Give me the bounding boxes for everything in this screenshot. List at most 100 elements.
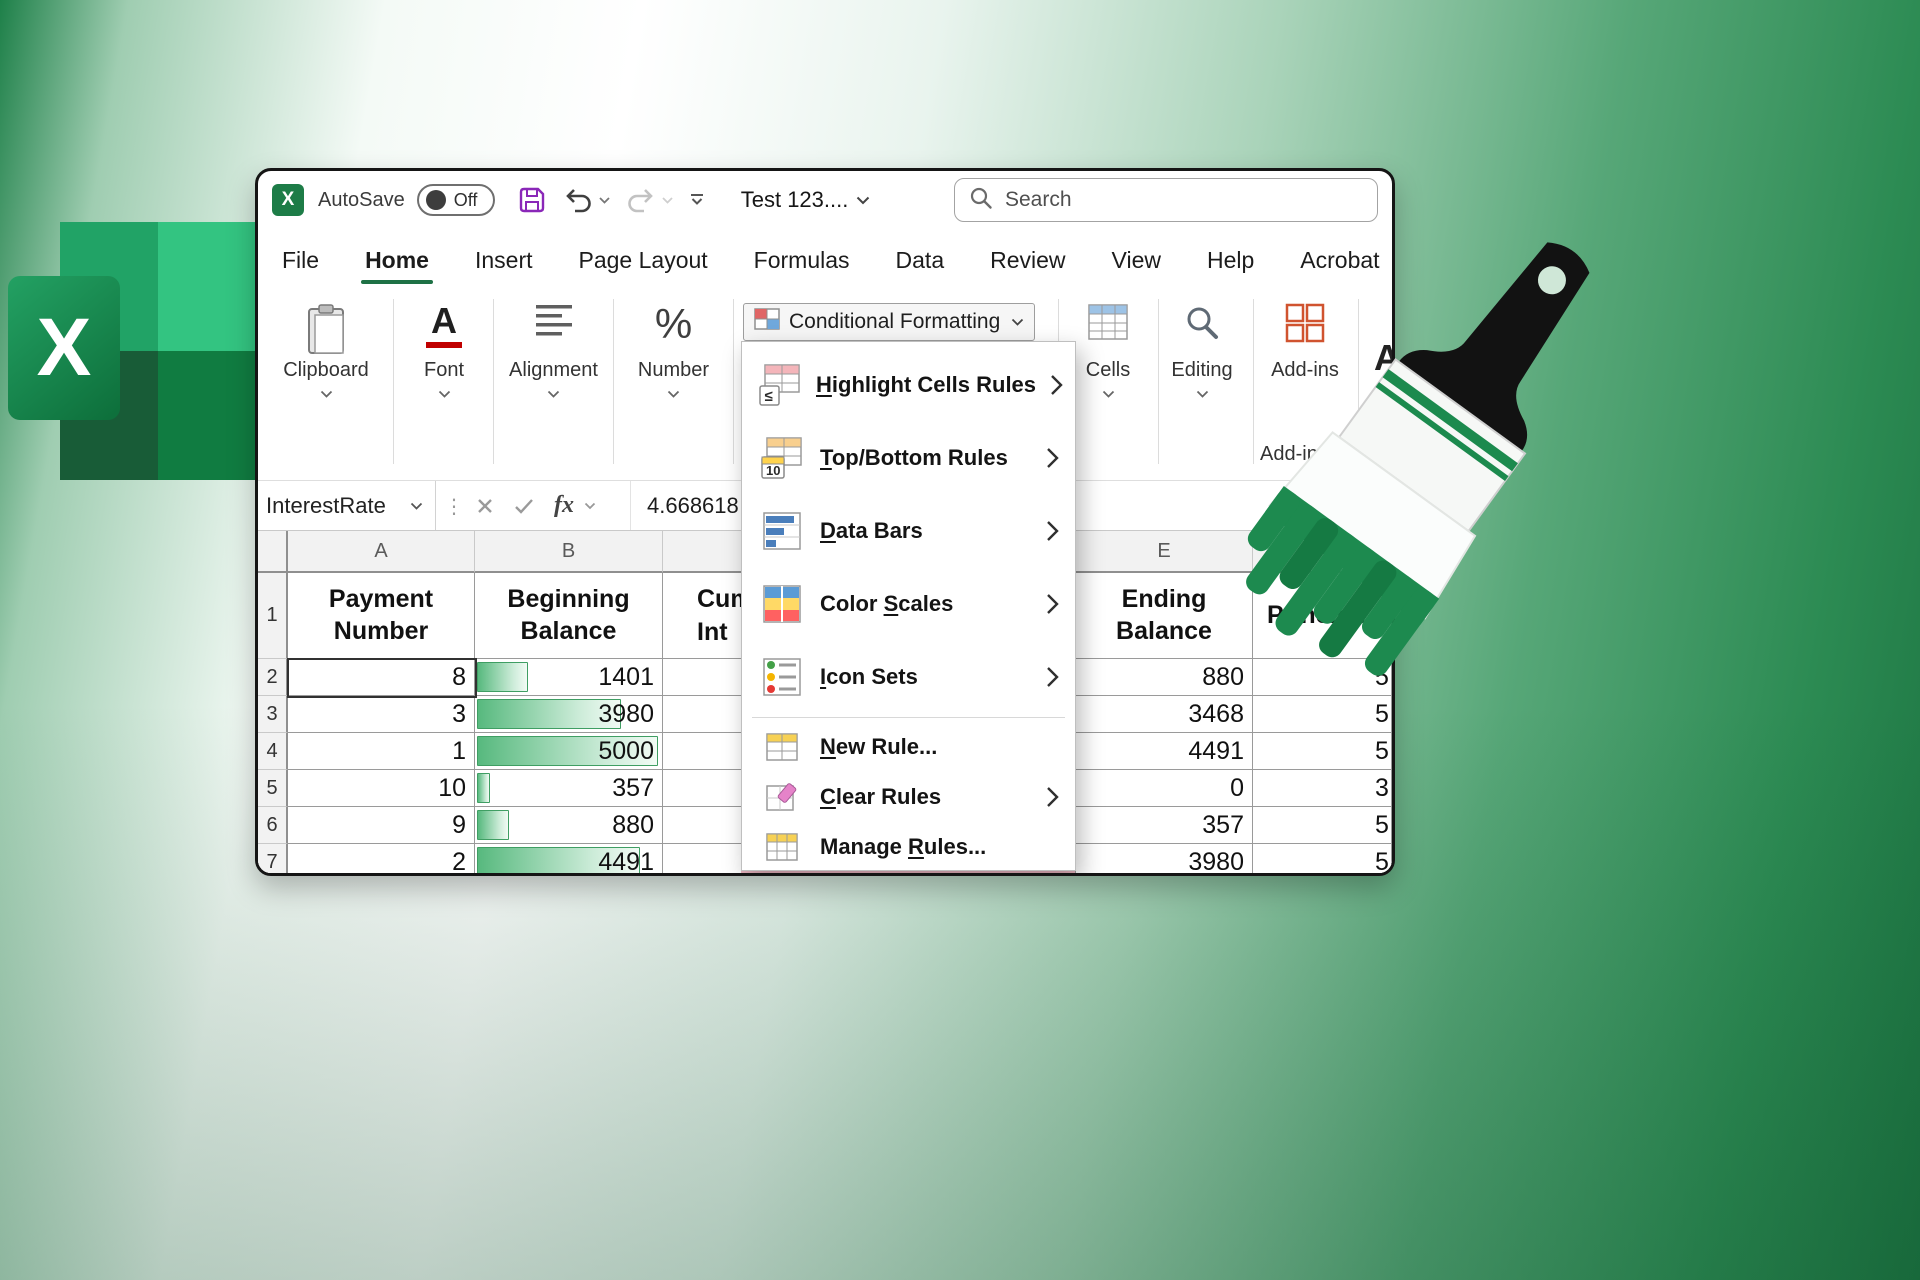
cell-B5[interactable]: 357 bbox=[475, 770, 663, 807]
cell-E5[interactable]: 0 bbox=[1076, 770, 1253, 807]
cell-F4[interactable]: 5 bbox=[1253, 733, 1392, 770]
document-title[interactable]: Test 123.... bbox=[741, 187, 849, 213]
excel-logo-tile: X bbox=[8, 276, 120, 420]
cell-F7[interactable]: 5 bbox=[1253, 844, 1392, 873]
col-header-B[interactable]: B bbox=[475, 531, 663, 573]
menu-item-new-rule[interactable]: New Rule... bbox=[742, 722, 1075, 772]
menu-item-icon-sets[interactable]: Icon Sets bbox=[742, 640, 1075, 713]
row-header-4[interactable]: 4 bbox=[258, 733, 288, 770]
menu-item-label: Top/Bottom Rules bbox=[820, 444, 1008, 470]
row-header-7[interactable]: 7 bbox=[258, 844, 288, 873]
tab-home[interactable]: Home bbox=[361, 233, 433, 288]
chevron-down-icon[interactable] bbox=[501, 390, 606, 398]
autosave-toggle[interactable]: Off bbox=[416, 184, 495, 216]
cell-E2[interactable]: 880 bbox=[1076, 659, 1253, 696]
row-header-2[interactable]: 2 bbox=[258, 659, 288, 696]
autosave-label: AutoSave bbox=[318, 188, 405, 211]
tab-file[interactable]: File bbox=[280, 233, 321, 288]
formula-value[interactable]: 4.668618 bbox=[630, 481, 739, 530]
undo-chevron-icon[interactable] bbox=[599, 196, 610, 204]
cell-A6[interactable]: 9 bbox=[288, 807, 475, 844]
search-box[interactable] bbox=[954, 178, 1378, 222]
chevron-down-icon[interactable] bbox=[266, 390, 386, 398]
enter-check-icon[interactable] bbox=[514, 497, 534, 515]
tab-view[interactable]: View bbox=[1110, 233, 1163, 288]
cell-A3[interactable]: 3 bbox=[288, 696, 475, 733]
menu-separator bbox=[752, 717, 1065, 718]
tab-formulas[interactable]: Formulas bbox=[752, 233, 852, 288]
redo-icon[interactable] bbox=[626, 187, 656, 213]
excel-logo-letter: X bbox=[36, 302, 92, 393]
redo-chevron-icon[interactable] bbox=[662, 196, 673, 204]
search-input[interactable] bbox=[1005, 188, 1363, 212]
cancel-icon[interactable] bbox=[476, 497, 494, 515]
chevron-down-icon bbox=[1011, 318, 1024, 326]
cell-B2[interactable]: 1401 bbox=[475, 659, 663, 696]
group-label-alignment: Alignment bbox=[509, 359, 598, 381]
cell-A2[interactable]: 8 bbox=[288, 659, 475, 696]
chevron-down-icon[interactable] bbox=[401, 390, 487, 398]
svg-text:≤: ≤ bbox=[765, 388, 773, 405]
formula-bar-chevron-icon bbox=[584, 502, 596, 510]
menu-item-top-bottom-rules[interactable]: 10 Top/Bottom Rules bbox=[742, 421, 1075, 494]
row-header-5[interactable]: 5 bbox=[258, 770, 288, 807]
page-background: X X AutoSave Off Test 123.... Search Fil… bbox=[0, 0, 1920, 1280]
menu-item-manage-rules[interactable]: Manage Rules... bbox=[742, 822, 1075, 872]
tab-page-layout[interactable]: Page Layout bbox=[577, 233, 710, 288]
cell-E3[interactable]: 3468 bbox=[1076, 696, 1253, 733]
ribbon-group-font[interactable]: A Font bbox=[401, 291, 487, 398]
chevron-down-icon[interactable] bbox=[1064, 390, 1152, 398]
conditional-formatting-button[interactable]: Conditional Formatting bbox=[743, 303, 1035, 341]
cell-E7[interactable]: 3980 bbox=[1076, 844, 1253, 873]
cell-F6[interactable]: 5 bbox=[1253, 807, 1392, 844]
document-title-chevron-icon[interactable] bbox=[856, 196, 870, 205]
cell-F5[interactable]: 3 bbox=[1253, 770, 1392, 807]
cell-E6[interactable]: 357 bbox=[1076, 807, 1253, 844]
cell-B4[interactable]: 5000 bbox=[475, 733, 663, 770]
cell-value: 3980 bbox=[598, 699, 654, 728]
group-label-font: Font bbox=[423, 359, 465, 381]
excel-app-icon: X bbox=[272, 184, 304, 216]
tab-data[interactable]: Data bbox=[894, 233, 947, 288]
menu-item-label: New Rule... bbox=[820, 734, 938, 759]
cell-value: 880 bbox=[612, 810, 654, 839]
cell-B6[interactable]: 880 bbox=[475, 807, 663, 844]
cell-A7[interactable]: 2 bbox=[288, 844, 475, 873]
tab-help[interactable]: Help bbox=[1205, 233, 1256, 288]
tab-insert[interactable]: Insert bbox=[473, 233, 535, 288]
clipboard-icon bbox=[266, 291, 386, 355]
quick-access-toolbar-icon[interactable] bbox=[689, 193, 705, 207]
row-header-3[interactable]: 3 bbox=[258, 696, 288, 733]
group-divider bbox=[493, 299, 494, 464]
cell-A4[interactable]: 1 bbox=[288, 733, 475, 770]
col-header-A[interactable]: A bbox=[288, 531, 475, 573]
ribbon-group-alignment[interactable]: Alignment bbox=[501, 291, 606, 398]
cell-B3[interactable]: 3980 bbox=[475, 696, 663, 733]
cell-A1[interactable]: Payment Number bbox=[288, 573, 475, 659]
ribbon-group-number[interactable]: % Number bbox=[621, 291, 726, 398]
ribbon-group-cells[interactable]: Cells bbox=[1064, 291, 1152, 398]
menu-item-label: Icon Sets bbox=[820, 663, 918, 689]
search-icon bbox=[969, 186, 993, 215]
insert-function-icon[interactable]: fx bbox=[554, 492, 574, 519]
cell-B7[interactable]: 4491 bbox=[475, 844, 663, 873]
menu-item-color-scales[interactable]: Color Scales bbox=[742, 567, 1075, 640]
tab-review[interactable]: Review bbox=[988, 233, 1067, 288]
cell-B1[interactable]: Beginning Balance bbox=[475, 573, 663, 659]
undo-icon[interactable] bbox=[563, 187, 593, 213]
ribbon-group-clipboard[interactable]: Clipboard bbox=[266, 291, 386, 398]
formula-bar-dots-icon: ⋮ bbox=[444, 493, 464, 518]
row-header-6[interactable]: 6 bbox=[258, 807, 288, 844]
name-box[interactable]: InterestRate bbox=[258, 481, 436, 530]
row-header-1[interactable]: 1 bbox=[258, 573, 288, 659]
menu-item-highlight-cells-rules[interactable]: ≤ Highlight Cells Rules bbox=[742, 348, 1075, 421]
menu-item-clear-rules[interactable]: Clear Rules bbox=[742, 772, 1075, 822]
cell-E4[interactable]: 4491 bbox=[1076, 733, 1253, 770]
select-all-corner[interactable] bbox=[258, 531, 288, 573]
save-icon[interactable] bbox=[517, 185, 547, 215]
menu-item-data-bars[interactable]: Data Bars bbox=[742, 494, 1075, 567]
cells-icon bbox=[1064, 291, 1152, 355]
cell-value: 5000 bbox=[598, 736, 654, 765]
chevron-down-icon[interactable] bbox=[621, 390, 726, 398]
cell-A5[interactable]: 10 bbox=[288, 770, 475, 807]
